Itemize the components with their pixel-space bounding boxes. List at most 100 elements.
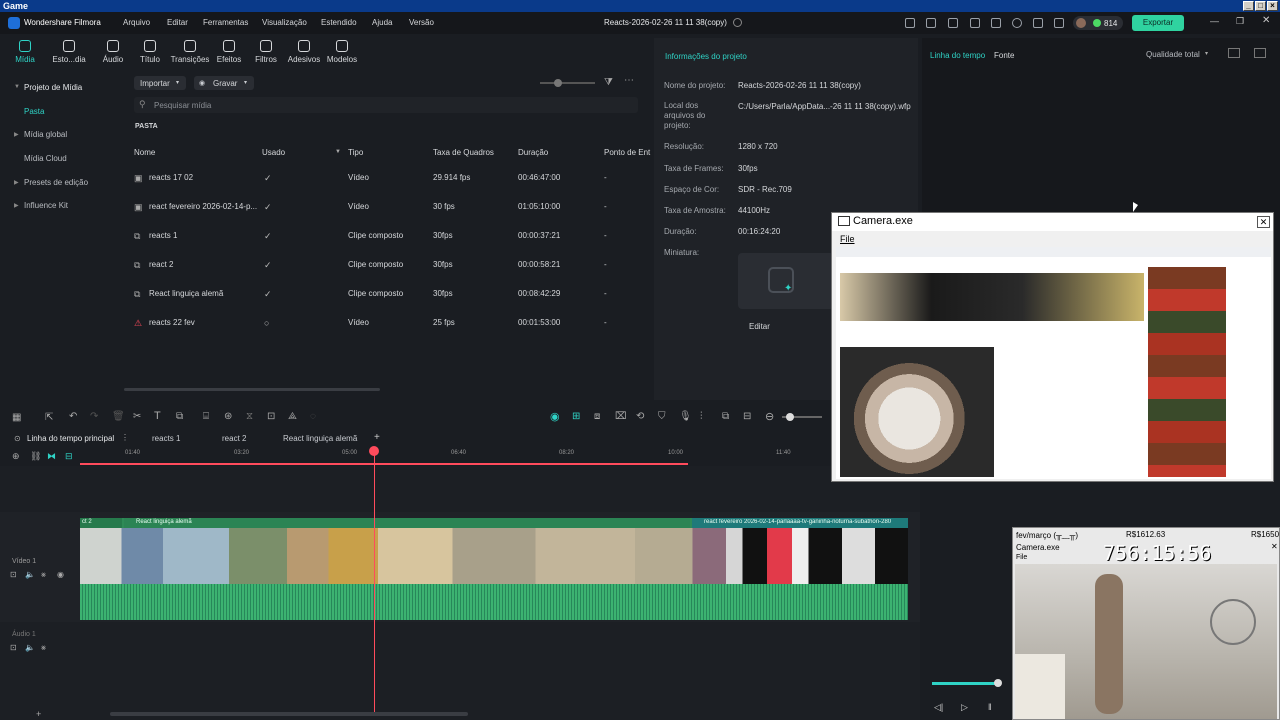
timeline-scrollbar[interactable] <box>110 712 468 716</box>
delete-icon[interactable]: 🗑 <box>112 411 125 422</box>
camera2-file-menu[interactable]: File <box>1016 554 1027 561</box>
render-icon[interactable]: ⊞ <box>572 411 580 422</box>
menu-ferramentas[interactable]: Ferramentas <box>203 18 248 27</box>
mixer-icon[interactable]: ⫶ <box>700 411 703 422</box>
search-input[interactable]: ⚲ Pesquisar mídia <box>134 97 638 113</box>
slider-handle[interactable] <box>786 413 794 421</box>
close-button[interactable]: × <box>1267 1 1278 11</box>
snap-icon[interactable]: ⊟ <box>65 451 73 462</box>
nav-influence-kit[interactable]: Influence Kit <box>24 201 68 210</box>
maximize-button[interactable]: □ <box>1255 1 1266 11</box>
app-close-icon[interactable]: ✕ <box>1262 15 1270 26</box>
nav-pasta[interactable]: Pasta <box>24 107 44 116</box>
shield-icon[interactable]: ⛉ <box>658 411 666 422</box>
track-volume-icon[interactable]: 🔈 <box>25 643 35 652</box>
col-ponto-entrada[interactable]: Ponto de Ent <box>604 148 650 157</box>
tool-midia[interactable]: Mídia <box>5 40 45 64</box>
tool-titulo[interactable]: Título <box>130 40 170 64</box>
monitor-icon[interactable] <box>948 18 958 28</box>
record-button[interactable]: ◉ Gravar ▾ <box>194 76 254 90</box>
marker-icon[interactable]: ⌧ <box>615 411 627 422</box>
export-button[interactable]: Exportar <box>1132 15 1184 31</box>
link-icon[interactable]: ⛓ <box>30 451 41 462</box>
expand-arrow-icon[interactable]: ▶ <box>14 202 19 209</box>
compare-icon[interactable] <box>1228 48 1240 58</box>
quality-select[interactable]: Qualidade total <box>1146 50 1200 59</box>
volume-slider[interactable] <box>932 679 1002 687</box>
tool-estoque[interactable]: Esto...dia <box>49 40 89 64</box>
playhead-line[interactable] <box>374 448 375 712</box>
nav-midia-cloud[interactable]: Mídia Cloud <box>24 154 67 163</box>
menu-ajuda[interactable]: Ajuda <box>372 18 392 27</box>
menu-visualizacao[interactable]: Visualização <box>262 18 307 27</box>
nav-projeto-midia[interactable]: Projeto de Mídia <box>24 83 82 92</box>
menu-editar[interactable]: Editar <box>167 18 188 27</box>
tool-audio[interactable]: Áudio <box>93 40 133 64</box>
layout-icon[interactable]: ▦ <box>12 412 21 423</box>
track-volume-icon[interactable]: 🔈 <box>25 570 35 579</box>
chevron-down-icon[interactable]: ▾ <box>1205 50 1208 57</box>
col-nome[interactable]: Nome <box>134 148 155 157</box>
add-track-icon[interactable]: + <box>36 709 41 719</box>
speech-text-icon[interactable]: ⌸ <box>203 411 209 422</box>
expand-arrow-icon[interactable]: ▶ <box>14 131 19 138</box>
tool-modelos[interactable]: Modelos <box>322 40 362 64</box>
split-icon[interactable]: ✂ <box>133 411 141 422</box>
menu-arquivo[interactable]: Arquivo <box>123 18 150 27</box>
track-mute-icon[interactable]: ⨳ <box>41 570 46 580</box>
nav-presets[interactable]: Presets de edição <box>24 178 88 187</box>
tab-react-2[interactable]: react 2 <box>222 434 246 443</box>
filter-icon[interactable]: ⧩ <box>604 77 613 88</box>
mask-icon[interactable]: ⧖ <box>246 411 253 422</box>
ai-tool-icon[interactable]: ⧉ <box>176 411 183 422</box>
select-icon[interactable]: ⇱ <box>45 412 53 423</box>
credits-badge[interactable]: 814 <box>1073 16 1123 30</box>
media-row[interactable]: ⚠ ○ reacts 22 fev Vídeo 25 fps 00:01:53:00 - <box>134 318 650 347</box>
import-button[interactable]: Importar ▾ <box>134 76 186 90</box>
smart-tool-icon[interactable]: ⊛ <box>224 411 232 422</box>
tab-react-linguica[interactable]: React linguiça alemã <box>283 434 357 443</box>
cloud-status-icon[interactable] <box>733 18 742 27</box>
fit-icon[interactable]: ⊟ <box>743 411 751 422</box>
media-row[interactable]: ▣ ✓ react fevereiro 2026-02-14-p... Vídeo 30… <box>134 202 650 231</box>
play-icon[interactable]: ▷ <box>961 702 968 713</box>
camera-file-menu[interactable]: File <box>840 234 855 244</box>
add-tab-icon[interactable]: + <box>374 432 380 443</box>
nav-midia-global[interactable]: Mídia global <box>24 130 67 139</box>
timeline-ruler[interactable]: ⊕ ⛓ ⧓ ⊟ 01:40 03:20 05:00 06:40 08:20 10… <box>0 448 920 466</box>
transform-icon[interactable]: ⟁ <box>288 411 297 422</box>
tool-efeitos[interactable]: Efeitos <box>209 40 249 64</box>
tool-filtros[interactable]: Filtros <box>246 40 286 64</box>
tool-adesivos[interactable]: Adesivos <box>284 40 324 64</box>
mic-icon[interactable]: 🎙 <box>679 411 692 422</box>
scene-icon[interactable]: ⧈ <box>594 411 600 422</box>
tab-linha-tempo[interactable]: Linha do tempo <box>930 51 985 60</box>
support-icon[interactable] <box>1033 18 1043 28</box>
sort-arrow-icon[interactable]: ▼ <box>335 149 341 155</box>
more-icon[interactable]: ⋯ <box>624 75 634 86</box>
camera2-close-icon[interactable]: ✕ <box>1271 542 1278 551</box>
slider-handle[interactable] <box>554 79 562 87</box>
pip-icon[interactable]: ⧉ <box>722 411 729 422</box>
prev-frame-icon[interactable]: ◁| <box>934 702 943 713</box>
app-minimize-icon[interactable]: — <box>1210 16 1219 26</box>
save-icon[interactable] <box>970 18 980 28</box>
menu-versao[interactable]: Versão <box>409 18 434 27</box>
track-lock-icon[interactable]: ⊡ <box>10 570 17 579</box>
camera-close-button[interactable]: ✕ <box>1257 216 1270 228</box>
col-usado[interactable]: Usado <box>262 148 285 157</box>
add-track-icon[interactable]: ⊕ <box>12 451 20 462</box>
more-icon[interactable]: ⋮ <box>121 433 129 442</box>
text-tool-icon[interactable]: T <box>154 410 161 422</box>
grid-icon[interactable] <box>1054 18 1064 28</box>
col-duracao[interactable]: Duração <box>518 148 548 157</box>
media-row[interactable]: ▣ ✓ reacts 17 02 Vídeo 29.914 fps 00:46:47:00… <box>134 173 650 202</box>
undo-icon[interactable]: ↶ <box>69 411 77 422</box>
col-taxa-quadros[interactable]: Taxa de Quadros <box>433 148 494 157</box>
zoom-out-icon[interactable]: ⊖ <box>765 410 774 423</box>
tab-main-timeline[interactable]: Linha do tempo principal <box>27 434 114 443</box>
lightbulb-icon[interactable] <box>1012 18 1022 28</box>
speed-icon[interactable]: ◌ <box>310 411 316 422</box>
send-icon[interactable] <box>926 18 936 28</box>
motion-icon[interactable]: ⟲ <box>636 411 644 422</box>
